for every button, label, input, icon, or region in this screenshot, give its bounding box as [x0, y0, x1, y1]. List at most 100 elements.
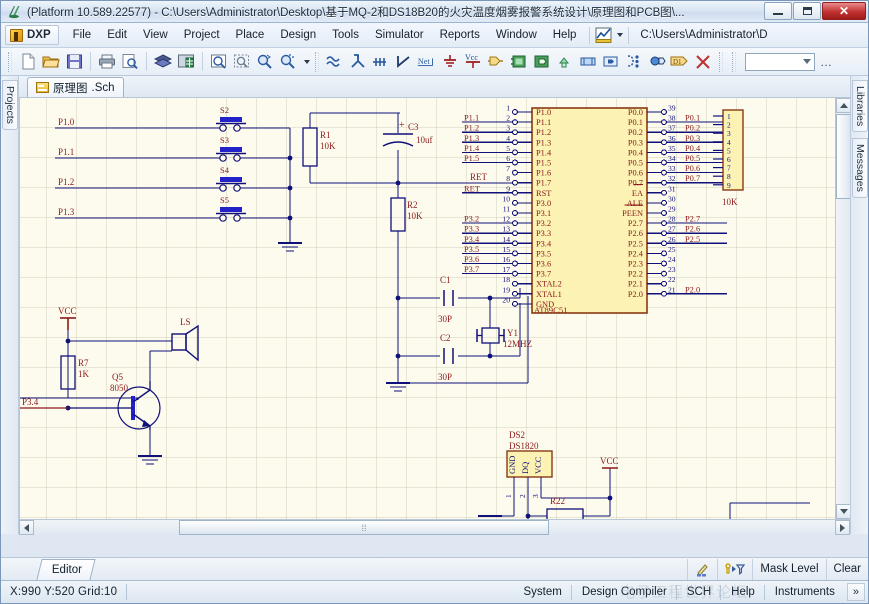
editor-tab[interactable]: Editor	[36, 558, 96, 580]
place-power-port-icon[interactable]	[600, 51, 622, 73]
horizontal-scroll-thumb[interactable]: ⁞⁞	[179, 520, 549, 535]
new-document-icon[interactable]	[17, 51, 39, 73]
toolbar-grip-3[interactable]	[719, 51, 723, 72]
zoom-dropdown-caret-icon[interactable]	[304, 59, 310, 64]
status-button-instruments[interactable]: Instruments	[766, 583, 844, 601]
title-bar: (Platform 10.589.22577) - C:\Users\Admin…	[1, 1, 868, 23]
print-preview-icon[interactable]	[119, 51, 141, 73]
close-button[interactable]: ✕	[822, 2, 866, 20]
place-vcc-icon[interactable]: Vcc	[462, 51, 484, 73]
place-sheet-symbol-icon[interactable]	[508, 51, 530, 73]
place-no-erc-icon[interactable]	[646, 51, 668, 73]
print-icon[interactable]	[96, 51, 118, 73]
canvas-vertical-scrollbar[interactable]	[835, 98, 851, 519]
menu-design[interactable]: Design	[272, 25, 324, 45]
scroll-down-button[interactable]	[836, 504, 851, 519]
toolbar-grip-2[interactable]	[315, 51, 319, 72]
status-bar: X:990 Y:520 Grid:10 电子工程世界论坛 System Desi…	[1, 580, 868, 603]
menu-view[interactable]: View	[135, 25, 176, 45]
panel-tab-libraries[interactable]: Libraries	[852, 80, 868, 133]
menu-project[interactable]: Project	[176, 25, 228, 45]
mcu-left-net-3: P1.2	[464, 124, 479, 133]
delete-x-icon[interactable]	[692, 51, 714, 73]
menu-tools[interactable]: Tools	[324, 25, 367, 45]
document-path-label: C:\Users\Administrator\D	[640, 29, 768, 41]
chevron-down-icon[interactable]	[617, 33, 624, 37]
place-sheet-entry-icon[interactable]	[531, 51, 553, 73]
schematic-doc-icon	[36, 82, 49, 93]
mask-filter-button[interactable]	[717, 558, 752, 580]
place-bus-icon[interactable]	[347, 51, 369, 73]
place-signal-harness-icon[interactable]	[393, 51, 415, 73]
place-net-label-icon[interactable]: Net	[416, 51, 438, 73]
mcu-right-net-32: P0.7	[685, 174, 700, 183]
toolbar-grip-4[interactable]	[732, 51, 736, 72]
place-port-icon[interactable]	[577, 51, 599, 73]
mcu-right-net-28: P2.7	[685, 215, 700, 224]
status-button-design-compiler[interactable]: Design Compiler	[573, 583, 676, 601]
scroll-left-button[interactable]	[19, 520, 34, 535]
place-d1-label-icon[interactable]: D1	[669, 51, 691, 73]
label-R7-value: 1K	[78, 369, 90, 379]
highlight-pencil-button[interactable]	[687, 558, 717, 580]
chevron-down-icon[interactable]	[803, 59, 811, 64]
mcu-left-net-2: P1.1	[464, 114, 479, 123]
place-device-sheet-icon[interactable]	[554, 51, 576, 73]
status-button-help[interactable]: Help	[722, 583, 764, 601]
mcu-left-pin-name-12: P3.2	[536, 219, 551, 228]
status-button-sch[interactable]: SCH	[678, 583, 720, 601]
schematic-canvas[interactable]: S2 S3 S4 S5 P1.0 P1.1 P1.2 P1.3 R1 10K C…	[19, 98, 835, 519]
toolbar-grip[interactable]	[8, 51, 12, 72]
place-directive-icon[interactable]	[623, 51, 645, 73]
chart-icon[interactable]	[595, 27, 613, 43]
scroll-right-button[interactable]	[835, 520, 850, 535]
status-overflow-button[interactable]: »	[846, 583, 865, 601]
net-P1-0: P1.0	[58, 117, 75, 127]
label-R2: R2	[407, 200, 418, 210]
mcu-right-pin-num-37: 37	[668, 124, 676, 133]
mask-level-button[interactable]: Mask Level	[752, 558, 825, 580]
save-icon[interactable]	[63, 51, 85, 73]
mcu-left-pin-name-7: P1.6	[536, 169, 551, 178]
menu-simulator[interactable]: Simulator	[367, 25, 432, 45]
spreadsheet-icon[interactable]	[175, 51, 197, 73]
zoom-out-icon[interactable]	[277, 51, 299, 73]
document-tab-schematic[interactable]: 原理图 .Sch	[27, 77, 124, 97]
place-wire-icon[interactable]	[324, 51, 346, 73]
place-part-icon[interactable]	[485, 51, 507, 73]
vertical-scroll-thumb[interactable]	[836, 114, 851, 199]
main-toolbar: Net Vcc D1 …	[1, 48, 868, 76]
menu-place[interactable]: Place	[228, 25, 273, 45]
pcb-3d-icon[interactable]	[152, 51, 174, 73]
mcu-left-pin-name-16: P3.6	[536, 260, 551, 269]
menu-help[interactable]: Help	[545, 25, 585, 45]
altium-designer-window: (Platform 10.589.22577) - C:\Users\Admin…	[0, 0, 869, 604]
scroll-up-button[interactable]	[836, 98, 851, 113]
label-C3: C3	[408, 122, 419, 132]
label-S5: S5	[220, 195, 229, 205]
zoom-area-icon[interactable]	[231, 51, 253, 73]
label-C3-value: 10uf	[416, 135, 433, 145]
toolbar-overflow-button[interactable]: …	[816, 55, 837, 69]
menu-reports[interactable]: Reports	[432, 25, 488, 45]
toolbar-combo-box[interactable]	[745, 52, 815, 71]
right-panel-rail: Libraries Messages	[850, 76, 868, 534]
place-bus-entry-icon[interactable]	[370, 51, 392, 73]
mcu-left-pin-num-13: 13	[502, 225, 510, 234]
canvas-horizontal-scrollbar[interactable]: ⁞⁞	[19, 519, 850, 535]
open-folder-icon[interactable]	[40, 51, 62, 73]
place-gnd-icon[interactable]	[439, 51, 461, 73]
menu-window[interactable]: Window	[488, 25, 545, 45]
menu-file[interactable]: File	[65, 25, 100, 45]
panel-tab-projects[interactable]: Projects	[2, 80, 18, 130]
menu-edit[interactable]: Edit	[99, 25, 135, 45]
clear-mask-button[interactable]: Clear	[825, 558, 868, 580]
status-button-system[interactable]: System	[515, 583, 571, 601]
panel-tab-messages[interactable]: Messages	[852, 138, 868, 198]
maximize-button[interactable]	[793, 2, 821, 20]
minimize-button[interactable]	[764, 2, 792, 20]
zoom-in-icon[interactable]	[254, 51, 276, 73]
status-divider-2	[675, 584, 677, 600]
zoom-fit-icon[interactable]	[208, 51, 230, 73]
dxp-menu-button[interactable]: DXP	[5, 25, 59, 45]
